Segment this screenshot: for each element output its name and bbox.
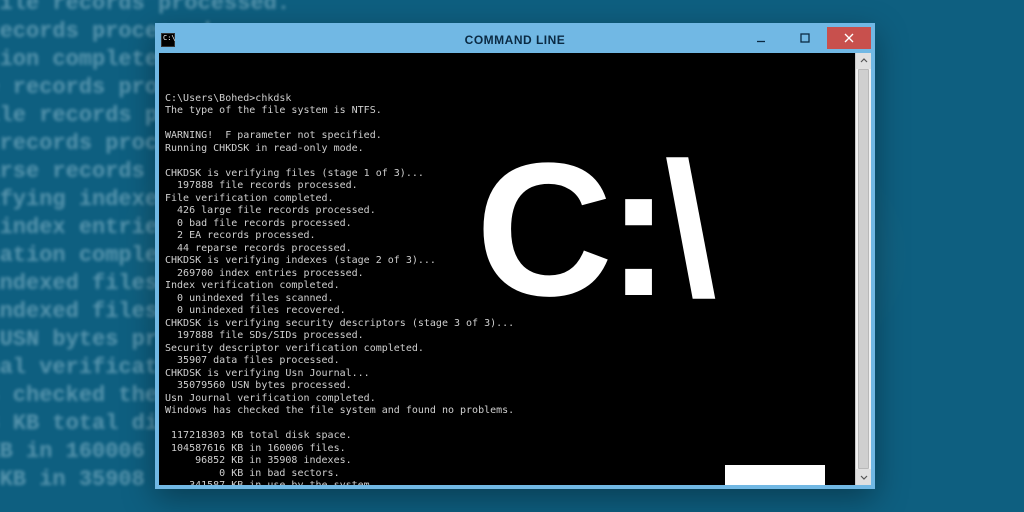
console-line: 0 unindexed files recovered. xyxy=(165,305,849,318)
console-line: 269700 index entries processed. xyxy=(165,268,849,281)
console-line: 44 reparse records processed. xyxy=(165,243,849,256)
console-line: 426 large file records processed. xyxy=(165,205,849,218)
console-line: CHKDSK is verifying indexes (stage 2 of … xyxy=(165,255,849,268)
vertical-scrollbar[interactable] xyxy=(855,53,871,485)
console-line: The type of the file system is NTFS. xyxy=(165,105,849,118)
close-icon xyxy=(844,33,854,43)
console-line: CHKDSK is verifying files (stage 1 of 3)… xyxy=(165,168,849,181)
console-line: 117218303 KB total disk space. xyxy=(165,430,849,443)
console-line: 197888 file SDs/SIDs processed. xyxy=(165,330,849,343)
chevron-up-icon xyxy=(860,57,868,65)
console-line: 2 EA records processed. xyxy=(165,230,849,243)
console-line: 197888 file records processed. xyxy=(165,180,849,193)
console-line: 35079560 USN bytes processed. xyxy=(165,380,849,393)
console-line: 0 unindexed files scanned. xyxy=(165,293,849,306)
console-line: CHKDSK is verifying security descriptors… xyxy=(165,318,849,331)
console-line: File verification completed. xyxy=(165,193,849,206)
window-client-area: C:\Users\Bohed>chkdskThe type of the fil… xyxy=(159,53,871,485)
window-titlebar[interactable]: COMMAND LINE xyxy=(159,27,871,53)
minimize-icon xyxy=(756,33,766,43)
terminal-app-icon xyxy=(161,33,175,47)
console-line: 0 KB in bad sectors. xyxy=(165,468,849,481)
maximize-icon xyxy=(800,33,810,43)
console-line: Windows has checked the file system and … xyxy=(165,405,849,418)
console-line xyxy=(165,118,849,131)
console-line: 35907 data files processed. xyxy=(165,355,849,368)
console-line: Security descriptor verification complet… xyxy=(165,343,849,356)
console-line: Index verification completed. xyxy=(165,280,849,293)
scroll-down-button[interactable] xyxy=(856,469,871,485)
scroll-up-button[interactable] xyxy=(856,53,871,69)
console-line xyxy=(165,418,849,431)
scroll-track[interactable] xyxy=(856,69,871,469)
window-controls xyxy=(739,27,871,49)
console-line: CHKDSK is verifying Usn Journal... xyxy=(165,368,849,381)
console-line: C:\Users\Bohed>chkdsk xyxy=(165,93,849,106)
close-button[interactable] xyxy=(827,27,871,49)
console-line: WARNING! F parameter not specified. xyxy=(165,130,849,143)
console-output[interactable]: C:\Users\Bohed>chkdskThe type of the fil… xyxy=(159,53,855,485)
console-line: 104587616 KB in 160006 files. xyxy=(165,443,849,456)
console-line: 341587 KB in use by the system. xyxy=(165,480,849,485)
console-line: 0 bad file records processed. xyxy=(165,218,849,231)
console-line: Running CHKDSK in read-only mode. xyxy=(165,143,849,156)
console-line: Usn Journal verification completed. xyxy=(165,393,849,406)
command-line-window: COMMAND LINE C:\Users\Bohed>chkdskThe ty… xyxy=(155,23,875,489)
minimize-button[interactable] xyxy=(739,27,783,49)
chevron-down-icon xyxy=(860,473,868,481)
console-line xyxy=(165,155,849,168)
scroll-thumb[interactable] xyxy=(858,69,869,469)
console-line: 96852 KB in 35908 indexes. xyxy=(165,455,849,468)
maximize-button[interactable] xyxy=(783,27,827,49)
